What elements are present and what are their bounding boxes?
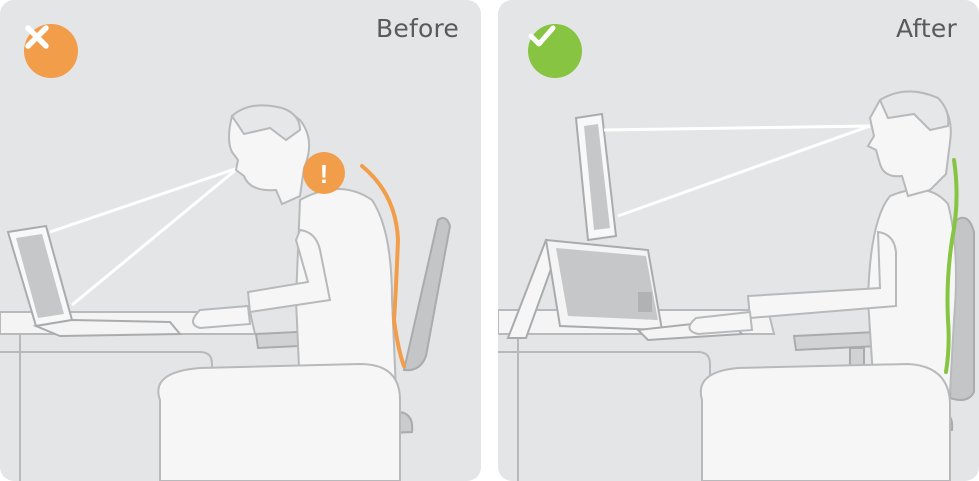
slouched-person — [157, 104, 401, 481]
before-panel: ! Before — [0, 0, 481, 481]
alert-badge: ! — [303, 152, 345, 194]
check-icon — [528, 25, 556, 47]
status-badge-good — [528, 24, 582, 78]
sight-lines — [49, 166, 239, 307]
after-panel: After — [498, 0, 979, 481]
sight-lines — [603, 124, 871, 218]
laptop-stand — [506, 238, 664, 339]
laptop — [574, 112, 618, 242]
exclamation-icon: ! — [320, 159, 329, 189]
before-label: Before — [376, 14, 459, 43]
upright-person — [688, 90, 957, 481]
x-icon — [25, 25, 49, 49]
before-illustration: ! — [0, 104, 452, 481]
after-label: After — [895, 14, 957, 43]
status-badge-bad — [24, 24, 78, 78]
